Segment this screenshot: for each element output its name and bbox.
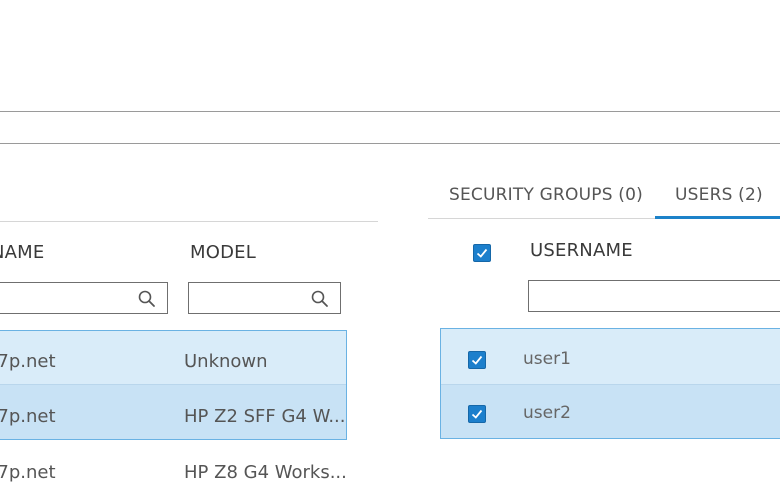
row-divider xyxy=(0,384,346,385)
tab-active-indicator xyxy=(655,216,780,219)
checkmark-icon xyxy=(476,248,488,258)
user-row-checkbox[interactable] xyxy=(468,405,486,423)
name-filter-field[interactable] xyxy=(0,282,168,314)
tab-users[interactable]: USERS (2) xyxy=(675,185,763,205)
username-cell[interactable]: user2 xyxy=(523,403,571,423)
device-model-cell: HP Z8 G4 Works... xyxy=(184,462,347,483)
username-filter-field[interactable] xyxy=(528,280,780,312)
device-model-cell: Unknown xyxy=(184,351,268,372)
top-search-bar[interactable] xyxy=(0,111,780,144)
username-filter-input[interactable] xyxy=(529,281,780,311)
table-row[interactable]: u7p.net xyxy=(0,351,136,372)
column-header-name[interactable]: NAME xyxy=(0,242,44,263)
search-icon[interactable] xyxy=(137,289,157,309)
devices-top-divider xyxy=(0,221,378,222)
column-header-username[interactable]: USERNAME xyxy=(530,240,633,261)
device-name-cell: u7p.net xyxy=(0,462,56,483)
checkmark-icon xyxy=(471,355,483,365)
device-model-cell: HP Z2 SFF G4 W... xyxy=(184,406,346,427)
user-row-checkbox[interactable] xyxy=(468,351,486,369)
table-row[interactable]: u7p.net xyxy=(0,406,56,427)
device-name-cell: u7p.net xyxy=(0,351,56,372)
tab-security-groups[interactable]: SECURITY GROUPS (0) xyxy=(449,185,643,205)
row-stripe xyxy=(441,385,780,438)
column-header-model[interactable]: MODEL xyxy=(190,242,256,263)
model-filter-field[interactable] xyxy=(188,282,341,314)
search-icon[interactable] xyxy=(310,289,330,309)
device-name-cell: u7p.net xyxy=(0,406,56,427)
select-all-checkbox[interactable] xyxy=(473,244,491,262)
row-divider xyxy=(441,384,780,385)
checkmark-icon xyxy=(471,409,483,419)
username-cell[interactable]: user1 xyxy=(523,349,571,369)
table-row[interactable]: u7p.net xyxy=(0,462,56,483)
